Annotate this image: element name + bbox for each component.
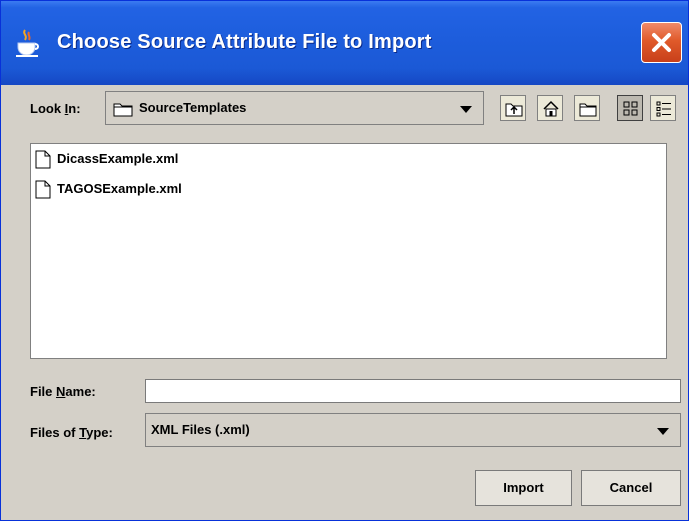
list-view-button[interactable] — [617, 95, 643, 121]
new-folder-icon — [579, 103, 597, 117]
home-icon — [543, 100, 559, 117]
close-icon — [652, 33, 671, 52]
file-type-value: XML Files (.xml) — [151, 422, 250, 437]
home-button[interactable] — [537, 95, 563, 121]
details-view-button[interactable] — [650, 95, 676, 121]
list-view-icon — [623, 101, 638, 116]
document-icon — [35, 150, 51, 169]
file-type-label: Files of Type: — [30, 425, 113, 440]
java-cup-icon — [11, 27, 43, 59]
file-chooser-dialog: Choose Source Attribute File to Import L… — [0, 0, 689, 521]
file-name-input[interactable] — [145, 379, 681, 403]
look-in-dropdown[interactable]: SourceTemplates — [105, 91, 484, 125]
import-button[interactable]: Import — [475, 470, 572, 506]
document-icon — [35, 180, 51, 199]
file-type-dropdown[interactable]: XML Files (.xml) — [145, 413, 681, 447]
window-title: Choose Source Attribute File to Import — [57, 31, 432, 53]
file-list[interactable]: DicassExample.xml TAGOSExample.xml — [30, 143, 667, 359]
look-in-value: SourceTemplates — [139, 100, 247, 115]
chevron-down-icon — [460, 106, 472, 113]
up-one-level-button[interactable] — [500, 95, 526, 121]
details-view-icon — [656, 101, 671, 117]
file-name-label: File Name: — [30, 384, 96, 399]
title-bar[interactable]: Choose Source Attribute File to Import — [1, 1, 688, 85]
cancel-button[interactable]: Cancel — [581, 470, 681, 506]
file-name-text: DicassExample.xml — [57, 151, 179, 166]
new-folder-button[interactable] — [574, 95, 600, 121]
look-in-label: Look In: — [30, 101, 81, 116]
folder-icon — [113, 103, 133, 117]
file-name-text: TAGOSExample.xml — [57, 181, 182, 196]
close-button[interactable] — [641, 22, 682, 63]
up-folder-icon — [505, 103, 523, 117]
chevron-down-icon — [657, 428, 669, 435]
